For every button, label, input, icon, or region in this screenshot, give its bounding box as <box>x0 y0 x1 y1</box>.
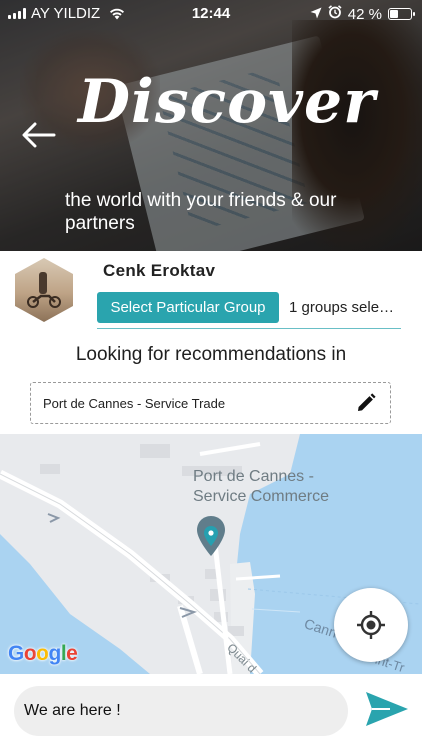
send-icon <box>366 692 408 726</box>
hero-subtitle: the world with your friends & our partne… <box>65 190 337 234</box>
back-arrow-icon <box>22 122 56 148</box>
hero-banner: AY YILDIZ 12:44 42 % Discover the world … <box>0 0 422 251</box>
recommendations-heading: Looking for recommendations in <box>75 344 347 365</box>
alarm-icon <box>328 5 342 23</box>
battery-level-fill <box>390 10 398 18</box>
send-button[interactable] <box>364 690 410 728</box>
select-group-button[interactable]: Select Particular Group <box>97 292 279 323</box>
profile-divider <box>97 328 401 329</box>
battery-percent: 42 % <box>347 5 382 23</box>
message-input[interactable] <box>14 686 348 736</box>
my-location-button[interactable] <box>334 588 408 662</box>
status-bar: AY YILDIZ 12:44 42 % <box>0 0 422 28</box>
avatar-motorbike <box>27 294 61 308</box>
google-logo: Google <box>8 642 78 665</box>
user-name: Cenk Eroktav <box>103 261 216 280</box>
location-arrow-icon <box>310 6 322 23</box>
my-location-icon <box>357 611 385 639</box>
map-pin-icon[interactable] <box>197 516 225 556</box>
map-place-label: Port de Cannes - Service Commerce <box>193 468 330 505</box>
edit-pencil-icon[interactable] <box>356 393 376 413</box>
location-value: Port de Cannes - Service Trade <box>43 396 226 411</box>
status-right-group: 42 % <box>310 5 415 23</box>
user-avatar[interactable] <box>15 258 73 322</box>
avatar-rider <box>39 272 47 294</box>
location-field[interactable]: Port de Cannes - Service Trade <box>30 382 391 424</box>
battery-icon <box>388 8 415 20</box>
back-button[interactable] <box>20 120 58 150</box>
hero-title: Discover <box>78 67 376 137</box>
groups-selected-label[interactable]: 1 groups sele… <box>289 299 407 316</box>
